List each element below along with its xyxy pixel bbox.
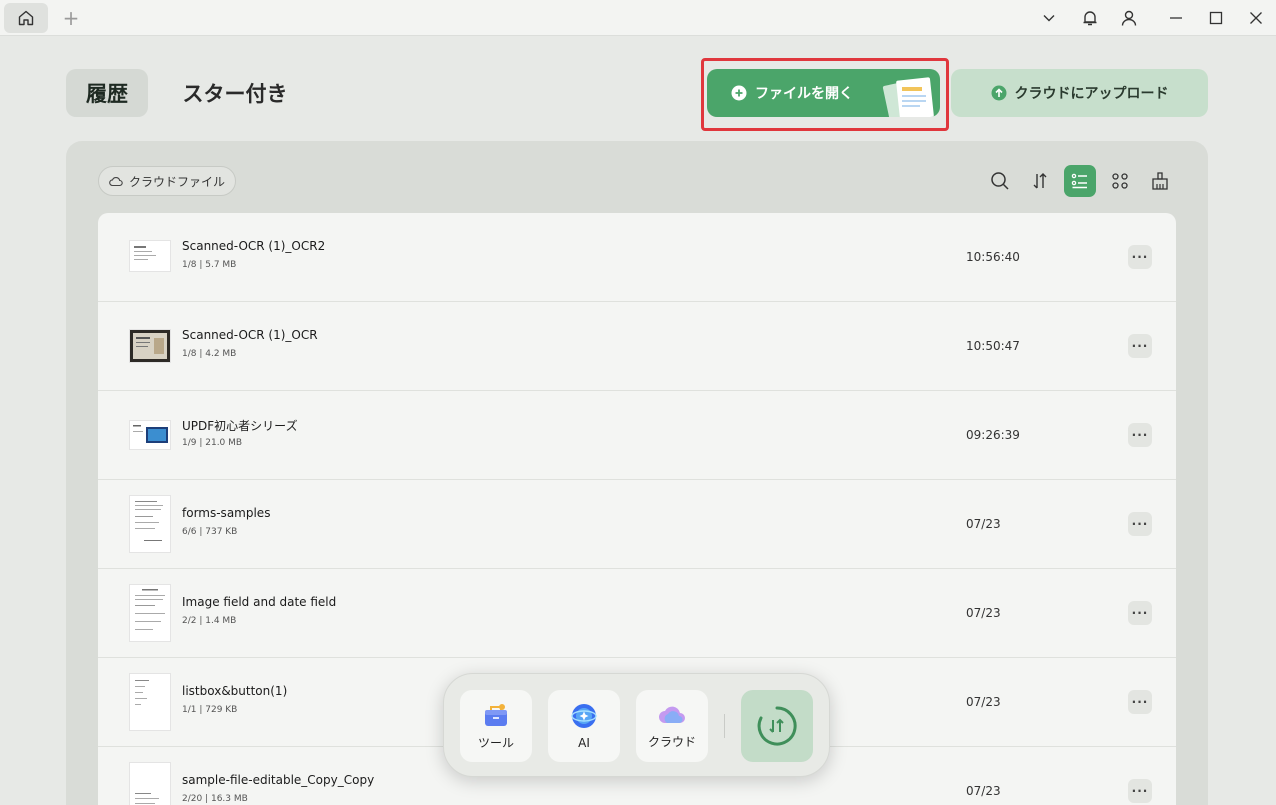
maximize-icon bbox=[1209, 11, 1223, 25]
dropdown-button[interactable] bbox=[1035, 4, 1063, 32]
file-name: Image field and date field bbox=[182, 595, 337, 609]
tab-history[interactable]: 履歴 bbox=[66, 69, 148, 117]
sort-button[interactable] bbox=[1024, 165, 1056, 197]
file-thumbnail bbox=[130, 421, 170, 449]
file-time: 07/23 bbox=[966, 695, 1001, 709]
quick-dock: ツール AI クラウド bbox=[443, 673, 830, 777]
more-options-button[interactable]: ··· bbox=[1128, 601, 1152, 625]
file-meta: 2/20 | 16.3 MB bbox=[182, 794, 248, 804]
toolbox-icon bbox=[485, 703, 507, 726]
highlight-box bbox=[701, 58, 949, 131]
more-options-button[interactable]: ··· bbox=[1128, 690, 1152, 714]
title-bar: + bbox=[0, 0, 1276, 36]
file-meta: 1/1 | 729 KB bbox=[182, 705, 238, 715]
file-meta: 1/9 | 21.0 MB bbox=[182, 438, 243, 448]
search-icon bbox=[991, 172, 1009, 190]
file-row[interactable]: Scanned-OCR (1)_OCR 1/8 | 4.2 MB 10:50:4… bbox=[98, 302, 1176, 391]
file-thumbnail bbox=[130, 674, 170, 730]
upload-to-cloud-button[interactable]: クラウドにアップロード bbox=[951, 69, 1208, 117]
file-row[interactable]: forms-samples 6/6 | 737 KB 07/23 ··· bbox=[98, 480, 1176, 569]
file-thumbnail bbox=[130, 763, 170, 805]
file-time: 07/23 bbox=[966, 784, 1001, 798]
bell-icon bbox=[1083, 11, 1097, 26]
file-time: 07/23 bbox=[966, 606, 1001, 620]
file-row[interactable]: UPDF初心者シリーズ 1/9 | 21.0 MB 09:26:39 ··· bbox=[98, 391, 1176, 480]
more-options-button[interactable]: ··· bbox=[1128, 245, 1152, 269]
convert-button[interactable] bbox=[741, 690, 813, 762]
home-icon bbox=[18, 10, 34, 26]
tools-button[interactable]: ツール bbox=[460, 690, 532, 762]
tab-starred[interactable]: スター付き bbox=[170, 69, 300, 117]
dock-divider bbox=[724, 714, 725, 738]
file-meta: 1/8 | 5.7 MB bbox=[182, 260, 237, 270]
account-button[interactable] bbox=[1115, 4, 1143, 32]
file-time: 10:56:40 bbox=[966, 250, 1020, 264]
upload-circle-icon bbox=[991, 85, 1006, 101]
ai-orb-icon bbox=[571, 704, 597, 728]
file-name: forms-samples bbox=[182, 506, 271, 520]
notification-button[interactable] bbox=[1076, 4, 1104, 32]
upload-label: クラウドにアップロード bbox=[1014, 86, 1169, 102]
maximize-button[interactable] bbox=[1202, 4, 1230, 32]
cloud-icon bbox=[109, 177, 123, 187]
more-options-button[interactable]: ··· bbox=[1128, 779, 1152, 803]
file-thumbnail bbox=[130, 241, 170, 271]
sync-icon bbox=[757, 706, 797, 746]
cloud-label: クラウド bbox=[647, 734, 696, 749]
chevron-down-icon bbox=[1043, 15, 1055, 22]
file-name: Scanned-OCR (1)_OCR2 bbox=[182, 239, 326, 253]
tools-label: ツール bbox=[477, 735, 514, 750]
file-time: 10:50:47 bbox=[966, 339, 1020, 353]
file-thumbnail bbox=[130, 585, 170, 641]
more-options-button[interactable]: ··· bbox=[1128, 423, 1152, 447]
file-time: 07/23 bbox=[966, 517, 1001, 531]
clear-history-button[interactable] bbox=[1144, 165, 1176, 197]
ai-label: AI bbox=[578, 736, 590, 750]
file-row[interactable]: Image field and date field 2/2 | 1.4 MB … bbox=[98, 569, 1176, 658]
more-options-button[interactable]: ··· bbox=[1128, 334, 1152, 358]
minimize-icon bbox=[1170, 17, 1182, 19]
file-meta: 1/8 | 4.2 MB bbox=[182, 349, 237, 359]
close-button[interactable] bbox=[1242, 4, 1270, 32]
cloud-files-chip[interactable]: クラウドファイル bbox=[98, 166, 236, 196]
grid-view-icon bbox=[1112, 173, 1128, 189]
list-view-icon bbox=[1071, 173, 1087, 189]
file-name: UPDF初心者シリーズ bbox=[182, 419, 298, 433]
grid-view-button[interactable] bbox=[1104, 165, 1136, 197]
file-name: listbox&button(1) bbox=[182, 684, 288, 698]
file-row[interactable]: Scanned-OCR (1)_OCR2 1/8 | 5.7 MB 10:56:… bbox=[98, 213, 1176, 302]
list-view-button[interactable] bbox=[1064, 165, 1096, 197]
search-button[interactable] bbox=[984, 165, 1016, 197]
cloud-icon bbox=[659, 706, 685, 723]
file-name: Scanned-OCR (1)_OCR bbox=[182, 328, 318, 342]
broom-icon bbox=[1152, 172, 1168, 190]
cloud-files-label: クラウドファイル bbox=[128, 174, 225, 189]
file-thumbnail bbox=[130, 496, 170, 552]
cloud-button[interactable]: クラウド bbox=[636, 690, 708, 762]
minimize-button[interactable] bbox=[1162, 4, 1190, 32]
file-meta: 6/6 | 737 KB bbox=[182, 527, 238, 537]
close-icon bbox=[1250, 12, 1262, 24]
home-tab[interactable] bbox=[4, 3, 48, 33]
user-icon bbox=[1121, 10, 1137, 26]
sort-icon bbox=[1033, 173, 1047, 189]
more-options-button[interactable]: ··· bbox=[1128, 512, 1152, 536]
file-time: 09:26:39 bbox=[966, 428, 1020, 442]
new-tab-button[interactable]: + bbox=[58, 5, 84, 31]
ai-button[interactable]: AI bbox=[548, 690, 620, 762]
file-thumbnail bbox=[130, 330, 170, 362]
file-meta: 2/2 | 1.4 MB bbox=[182, 616, 237, 626]
file-name: sample-file-editable_Copy_Copy bbox=[182, 773, 375, 787]
